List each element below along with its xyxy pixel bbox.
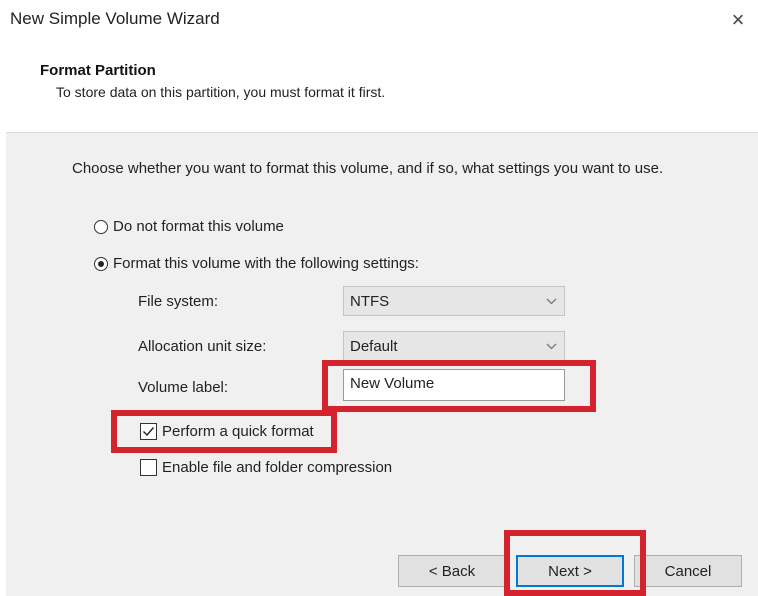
volume-label-label: Volume label:: [138, 379, 229, 396]
volume-label-input[interactable]: New Volume: [343, 369, 565, 401]
quick-format-checkbox-row[interactable]: Perform a quick format: [140, 423, 314, 440]
quick-format-label: Perform a quick format: [162, 423, 314, 440]
radio-label: Format this volume with the following se…: [113, 255, 419, 272]
allocation-unit-size-label: Allocation unit size:: [138, 338, 267, 355]
chevron-down-icon: [538, 332, 564, 360]
file-system-select[interactable]: NTFS: [343, 286, 565, 316]
wizard-header: Format Partition To store data on this p…: [0, 40, 758, 132]
radio-button[interactable]: [94, 219, 108, 234]
radio-do-not-format[interactable]: Do not format this volume: [94, 218, 284, 235]
allocation-unit-size-select[interactable]: Default: [343, 331, 565, 361]
chevron-down-icon: [538, 287, 564, 315]
quick-format-checkbox[interactable]: [140, 423, 157, 440]
title-bar: New Simple Volume Wizard ×: [0, 0, 758, 40]
allocation-unit-size-value: Default: [350, 337, 398, 355]
close-button[interactable]: ×: [718, 0, 758, 40]
checkmark-icon: [143, 427, 155, 437]
compression-label: Enable file and folder compression: [162, 459, 393, 476]
file-system-label: File system:: [138, 293, 219, 310]
window-title: New Simple Volume Wizard: [10, 9, 220, 28]
page-subtitle: To store data on this partition, you mus…: [56, 84, 386, 100]
compression-checkbox[interactable]: [140, 459, 157, 476]
back-button[interactable]: < Back: [398, 555, 506, 587]
radio-format-volume[interactable]: Format this volume with the following se…: [94, 255, 419, 272]
file-system-value: NTFS: [350, 292, 390, 310]
wizard-body: Choose whether you want to format this v…: [6, 132, 758, 596]
next-button[interactable]: Next >: [516, 555, 624, 587]
cancel-button[interactable]: Cancel: [634, 555, 742, 587]
radio-button-selected[interactable]: [94, 256, 108, 271]
page-title: Format Partition: [40, 62, 156, 79]
compression-checkbox-row[interactable]: Enable file and folder compression: [140, 459, 392, 476]
close-icon: ×: [731, 7, 745, 32]
wizard-window: New Simple Volume Wizard × Format Partit…: [0, 0, 758, 596]
radio-label: Do not format this volume: [113, 218, 284, 235]
instructions-text: Choose whether you want to format this v…: [72, 160, 664, 177]
